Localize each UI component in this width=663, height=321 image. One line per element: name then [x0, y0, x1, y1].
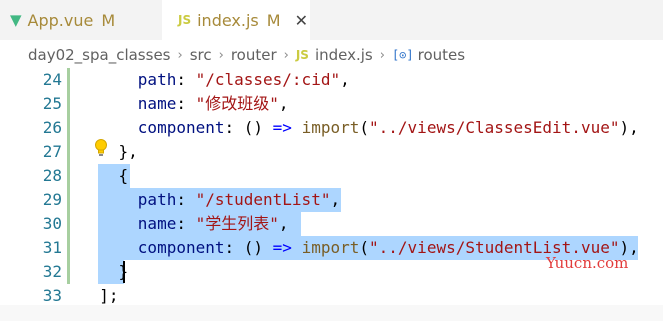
tab-index-js[interactable]: JS index.js M ✕: [162, 0, 310, 40]
modified-badge: M: [101, 10, 116, 30]
editor-bottom-strip: [0, 305, 663, 321]
code-token: "学生列表": [195, 214, 279, 233]
code-token: ),: [619, 118, 639, 137]
code-token: : (): [224, 238, 273, 257]
line-number: 30: [42, 214, 62, 233]
code-token: component: [137, 118, 225, 137]
code-token: ,: [340, 70, 350, 89]
js-file-icon: JS: [295, 48, 309, 62]
breadcrumb: day02_spa_classes › src › router › JS in…: [0, 40, 663, 70]
code-token: ];: [99, 286, 119, 305]
code-line[interactable]: 24 path: "/classes/:cid",: [0, 68, 663, 92]
line-number: 25: [42, 94, 62, 113]
code-token: import: [301, 118, 360, 137]
code-line[interactable]: 30 name: "学生列表",: [0, 212, 663, 236]
code-line[interactable]: 28 {: [0, 164, 663, 188]
code-token: path: [137, 190, 177, 209]
tab-bar: ▼ App.vue M JS index.js M ✕: [0, 0, 663, 40]
tab-app-vue[interactable]: ▼ App.vue M: [10, 0, 160, 40]
code-text: path: "/studentList",: [80, 188, 340, 212]
code-text: }: [80, 260, 129, 284]
code-token: name: [137, 94, 177, 113]
code-token: component: [137, 238, 225, 257]
breadcrumb-item-router[interactable]: router: [231, 46, 277, 64]
symbol-variable-icon: [⊙]: [391, 48, 414, 62]
code-token: :: [176, 190, 196, 209]
code-text: name: "学生列表",: [80, 212, 289, 236]
modified-badge: M: [266, 10, 281, 30]
line-number: 28: [42, 166, 62, 185]
line-number: 32: [42, 262, 62, 281]
code-token: "/classes/:cid": [195, 70, 341, 89]
watermark-text: Yuucn.com: [546, 254, 629, 272]
code-line[interactable]: 29 path: "/studentList",: [0, 188, 663, 212]
code-text: {: [80, 164, 129, 188]
code-editor[interactable]: 24 path: "/classes/:cid", 25 name: "修改班级"…: [0, 68, 663, 321]
line-number: 29: [42, 190, 62, 209]
chevron-right-icon: ›: [218, 47, 224, 63]
breadcrumb-item-symbol[interactable]: routes: [418, 46, 465, 64]
code-token: ,: [278, 214, 289, 233]
vue-file-icon: ▼: [10, 11, 22, 29]
breadcrumb-item-project[interactable]: day02_spa_classes: [28, 46, 171, 64]
code-token: import: [301, 238, 360, 257]
code-line[interactable]: 26 component: () => import("../views/Cla…: [0, 116, 663, 140]
code-token: (: [359, 118, 370, 137]
breadcrumb-item-src[interactable]: src: [190, 46, 212, 64]
line-number: 26: [42, 118, 62, 137]
chevron-right-icon: ›: [283, 47, 289, 63]
code-token: ,: [278, 94, 289, 113]
code-text: component: () => import("../views/Classe…: [80, 116, 639, 140]
code-token: },: [118, 142, 138, 161]
code-line[interactable]: 25 name: "修改班级",: [0, 92, 663, 116]
code-token: {: [118, 166, 129, 185]
close-icon[interactable]: ✕: [295, 11, 308, 30]
line-number: 24: [42, 70, 62, 89]
code-token: "/studentList": [195, 190, 331, 209]
text-cursor: [123, 261, 125, 283]
code-text: path: "/classes/:cid",: [80, 68, 350, 92]
code-token: =>: [272, 238, 292, 257]
code-token: name: [137, 214, 177, 233]
tab-label: App.vue: [27, 10, 94, 30]
code-token: ,: [330, 190, 341, 209]
code-token: "../views/ClassesEdit.vue": [369, 118, 620, 137]
tab-label: index.js: [197, 10, 259, 30]
code-line[interactable]: 27 },: [0, 140, 663, 164]
code-token: :: [176, 214, 196, 233]
chevron-right-icon: ›: [379, 47, 385, 63]
code-text: name: "修改班级",: [80, 92, 289, 116]
code-token: : (): [224, 118, 273, 137]
code-token: path: [137, 70, 177, 89]
code-token: :: [176, 94, 196, 113]
code-token: "修改班级": [195, 94, 279, 113]
chevron-right-icon: ›: [177, 47, 183, 63]
breadcrumb-item-file[interactable]: index.js: [315, 46, 373, 64]
line-number: 27: [42, 142, 62, 161]
code-token: (: [359, 238, 370, 257]
code-text: },: [80, 140, 138, 164]
line-number: 31: [42, 238, 62, 257]
code-token: =>: [272, 118, 292, 137]
code-token: :: [176, 70, 196, 89]
js-file-icon: JS: [178, 13, 192, 27]
